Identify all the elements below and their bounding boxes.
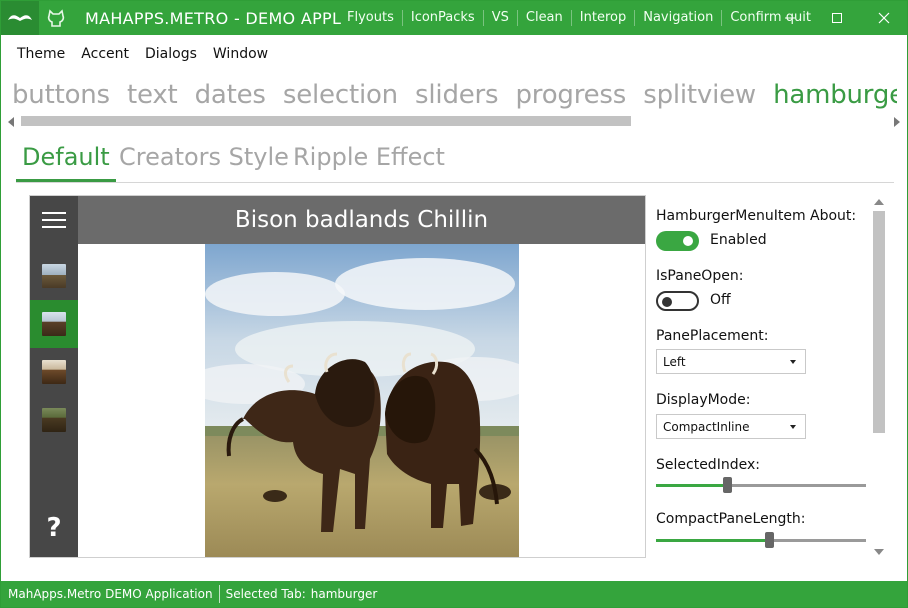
paneplacement-label: PanePlacement: <box>656 328 769 344</box>
maximize-button[interactable] <box>813 1 860 35</box>
tab-sliders[interactable]: sliders <box>415 80 499 110</box>
app-window: MAHAPPS.METRO - DEMO APPLICATION Flyouts… <box>0 0 908 608</box>
settings-scrollbar[interactable] <box>872 199 886 555</box>
title-bar[interactable]: MAHAPPS.METRO - DEMO APPLICATION Flyouts… <box>1 1 907 35</box>
subtab-creators-style[interactable]: Creators Style <box>113 143 295 182</box>
vs-button[interactable]: VS <box>482 10 517 26</box>
tab-text[interactable]: text <box>127 80 178 110</box>
tab-buttons[interactable]: buttons <box>12 80 110 110</box>
tab-dates[interactable]: dates <box>195 80 266 110</box>
minimize-button[interactable] <box>766 1 813 35</box>
settings-panel: HamburgerMenuItem About: Enabled IsPaneO… <box>656 201 871 551</box>
compactpanelength-slider[interactable] <box>656 532 866 548</box>
scroll-up-icon[interactable] <box>874 199 884 205</box>
scroll-down-icon[interactable] <box>874 549 884 555</box>
tab-progress[interactable]: progress <box>515 80 626 110</box>
about-toggle[interactable] <box>656 231 699 251</box>
status-app-name: MahApps.Metro DEMO Application <box>1 585 220 603</box>
github-icon[interactable] <box>45 8 67 28</box>
tab-splitview[interactable]: splitview <box>643 80 756 110</box>
selectedindex-slider[interactable] <box>656 477 866 493</box>
window-commands: Flyouts IconPacks VS Clean Interop Navig… <box>339 1 819 35</box>
displaymode-value: CompactInline <box>663 420 750 434</box>
bison-thumbnail-icon <box>42 360 66 384</box>
dropdown-arrow-icon <box>790 360 796 364</box>
status-selected-tab-label: Selected Tab: <box>225 587 306 601</box>
flyouts-button[interactable]: Flyouts <box>339 10 402 26</box>
ispaneopen-label: IsPaneOpen: <box>656 268 744 284</box>
paneplacement-combobox[interactable]: Left <box>656 349 806 374</box>
scrollbar-thumb[interactable] <box>21 116 631 126</box>
sub-tab-strip: Default Creators Style Ripple Effect <box>16 143 894 183</box>
about-toggle-text: Enabled <box>710 232 767 248</box>
hamburger-menu-control: ? Bison badlands Chillin <box>29 195 646 558</box>
hamburger-pane: ? <box>30 196 78 557</box>
hamburger-icon[interactable] <box>42 212 66 229</box>
dropdown-arrow-icon <box>790 425 796 429</box>
displaymode-label: DisplayMode: <box>656 392 751 408</box>
pane-item-photo-3[interactable] <box>30 348 78 396</box>
pane-item-photo-2[interactable] <box>30 300 78 348</box>
menu-theme[interactable]: Theme <box>1 43 73 69</box>
navigation-button[interactable]: Navigation <box>634 10 721 26</box>
ispaneopen-toggle[interactable] <box>656 291 699 311</box>
bison-thumbnail-icon <box>42 312 66 336</box>
close-icon <box>878 12 889 24</box>
ispaneopen-toggle-text: Off <box>710 292 731 308</box>
subtab-default[interactable]: Default <box>16 143 116 182</box>
tab-selection[interactable]: selection <box>283 80 398 110</box>
pane-item-photo-1[interactable] <box>30 252 78 300</box>
help-button[interactable]: ? <box>30 504 78 552</box>
clean-button[interactable]: Clean <box>516 10 571 26</box>
close-button[interactable] <box>860 1 907 35</box>
bison-photo <box>205 244 519 557</box>
menu-accent[interactable]: Accent <box>73 43 137 69</box>
iconpacks-button[interactable]: IconPacks <box>401 10 483 26</box>
scrollbar-thumb[interactable] <box>873 211 885 433</box>
tab-hamburger[interactable]: hamburger <box>773 80 897 110</box>
menu-bar: Theme Accent Dialogs Window <box>1 43 276 69</box>
status-selected-tab-value: hamburger <box>310 587 378 601</box>
menu-window[interactable]: Window <box>205 43 276 69</box>
maximize-icon <box>831 13 842 23</box>
subtab-ripple-effect[interactable]: Ripple Effect <box>287 143 451 182</box>
slider-thumb[interactable] <box>765 532 774 548</box>
selectedindex-label: SelectedIndex: <box>656 457 760 473</box>
content-header: Bison badlands Chillin <box>78 196 645 244</box>
app-mustache-icon[interactable] <box>1 1 39 35</box>
scroll-left-icon[interactable] <box>8 117 14 127</box>
about-label: HamburgerMenuItem About: <box>656 208 857 224</box>
main-tab-strip: buttons text dates selection sliders pro… <box>12 80 897 114</box>
window-title: MAHAPPS.METRO - DEMO APPLICATION <box>85 9 341 28</box>
tab-strip-scrollbar[interactable] <box>6 115 904 129</box>
status-bar: MahApps.Metro DEMO Application Selected … <box>1 581 907 607</box>
minimize-icon <box>784 17 795 19</box>
paneplacement-value: Left <box>663 355 686 369</box>
scroll-right-icon[interactable] <box>894 117 900 127</box>
interop-button[interactable]: Interop <box>570 10 634 26</box>
pane-item-photo-4[interactable] <box>30 396 78 444</box>
slider-thumb[interactable] <box>723 477 732 493</box>
bison-thumbnail-icon <box>42 408 66 432</box>
bison-thumbnail-icon <box>42 264 66 288</box>
compactpanelength-label: CompactPaneLength: <box>656 511 806 527</box>
menu-dialogs[interactable]: Dialogs <box>137 43 205 69</box>
displaymode-combobox[interactable]: CompactInline <box>656 414 806 439</box>
